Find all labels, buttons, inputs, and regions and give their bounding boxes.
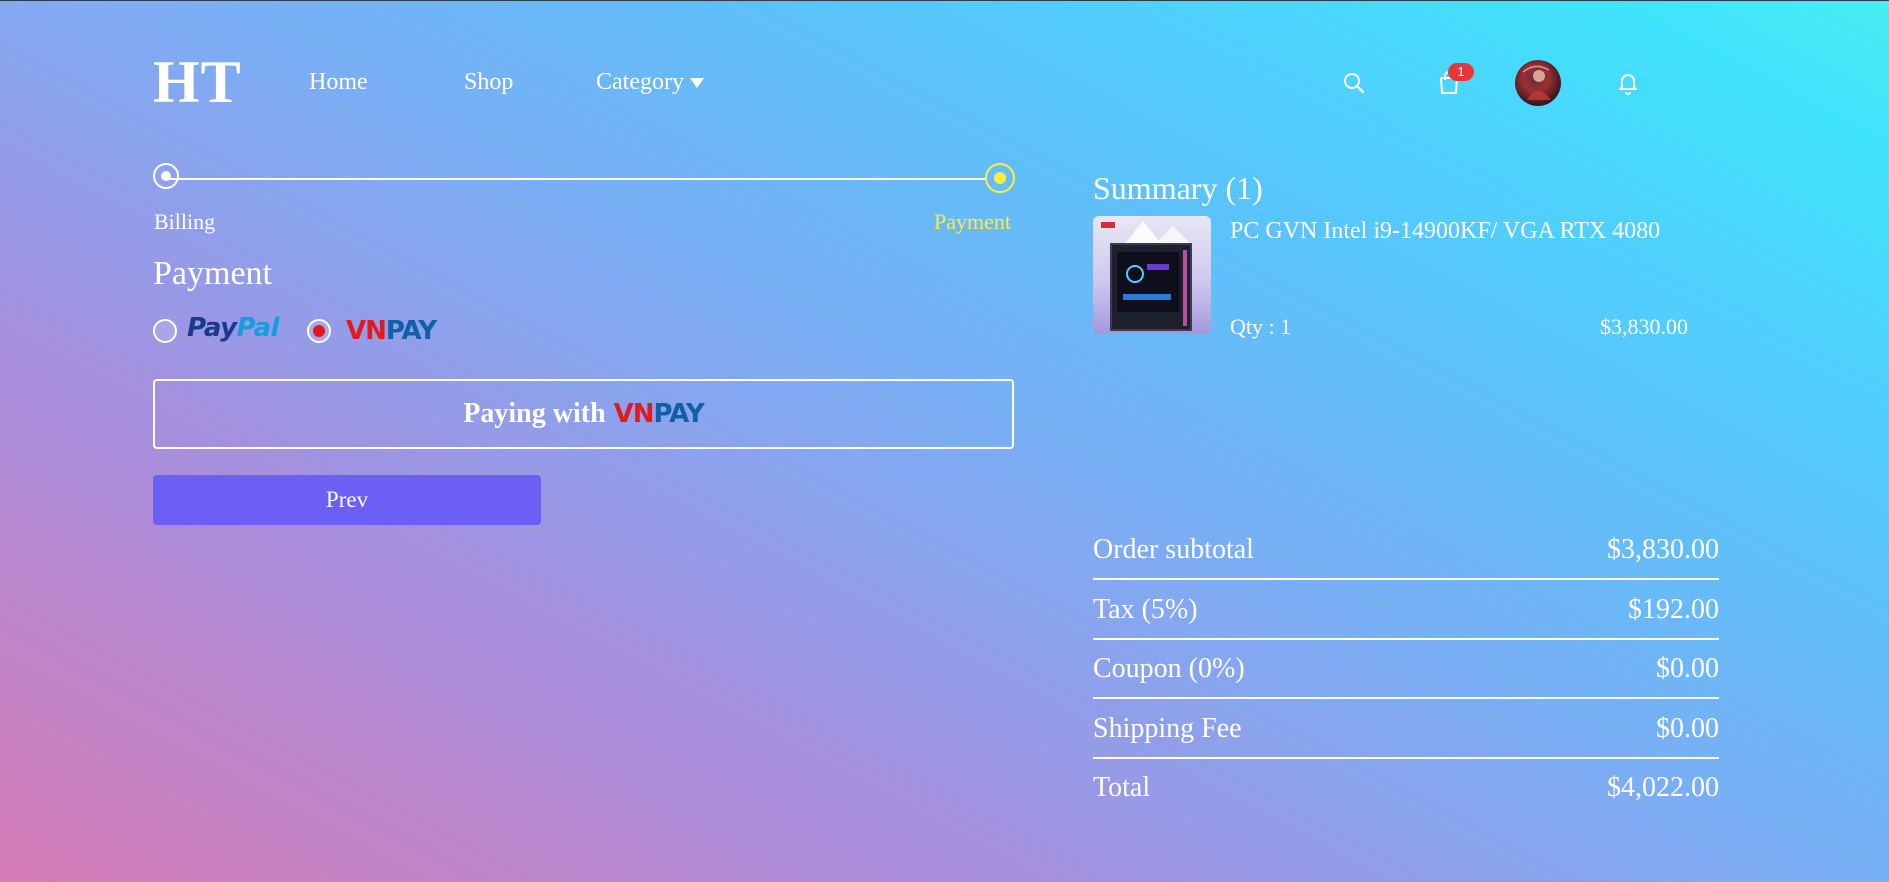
caret-down-icon [689,78,704,89]
step-payment-dot[interactable] [985,163,1015,193]
product-price: $3,830.00 [1600,314,1688,339]
nav-category-label: Category [596,69,684,95]
row-value: $0.00 [1656,653,1719,684]
row-value: $192.00 [1628,594,1719,625]
site-logo[interactable]: HT [153,52,242,112]
stepper-track [168,178,985,180]
row-value: $4,022.00 [1607,772,1719,803]
search-icon[interactable] [1342,71,1366,100]
summary-title: Summary (1) [1093,170,1263,206]
product-name[interactable]: PC GVN Intel i9-14900KF/ VGA RTX 4080 [1230,216,1660,246]
coupon-row: Coupon (0%) $0.00 [1093,640,1719,698]
vnpay-logo-pay: PAY [385,316,437,346]
step-payment-label: Payment [934,209,1011,234]
cart-count-badge: 1 [1448,63,1474,81]
product-qty: Qty : 1 [1230,314,1292,339]
row-label: Coupon (0%) [1093,653,1245,684]
nav-category[interactable]: Category [596,68,704,96]
vnpay-logo-vn: VN [346,316,387,346]
row-value: $3,830.00 [1607,534,1719,565]
row-label: Tax (5%) [1093,594,1198,625]
shipping-fee-row: Shipping Fee $0.00 [1093,700,1719,758]
row-label: Shipping Fee [1093,713,1242,744]
nav-shop[interactable]: Shop [464,68,513,96]
pay-button-vnpay-logo: VNPAY [613,399,705,429]
pay-button-prefix: Paying with [463,398,606,429]
payment-title: Payment [153,255,272,292]
pay-button-pay: PAY [653,399,705,429]
product-image[interactable] [1093,216,1211,334]
paypal-radio[interactable] [153,319,177,343]
row-label: Total [1093,772,1151,803]
vnpay-radio[interactable] [307,319,331,343]
pay-button-vn: VN [613,399,655,429]
divider [1093,697,1719,699]
step-billing-label: Billing [154,209,216,234]
order-subtotal-row: Order subtotal $3,830.00 [1093,521,1719,579]
paypal-logo[interactable]: PayPal [187,313,279,343]
avatar[interactable] [1515,60,1561,106]
paypal-logo-pal: Pal [236,313,280,343]
vnpay-logo[interactable]: VNPAY [346,316,437,346]
top-border [0,0,1889,1]
total-row: Total $4,022.00 [1093,759,1719,817]
row-label: Order subtotal [1093,534,1254,565]
pay-with-vnpay-button[interactable]: Paying with VNPAY [153,379,1014,449]
nav-home[interactable]: Home [309,68,368,96]
divider [1093,578,1719,580]
bell-icon[interactable] [1616,70,1640,101]
prev-button[interactable]: Prev [153,475,541,525]
step-billing-dot[interactable] [153,163,179,189]
paypal-logo-pay: Pay [187,313,237,343]
row-value: $0.00 [1656,713,1719,744]
tax-row: Tax (5%) $192.00 [1093,581,1719,639]
